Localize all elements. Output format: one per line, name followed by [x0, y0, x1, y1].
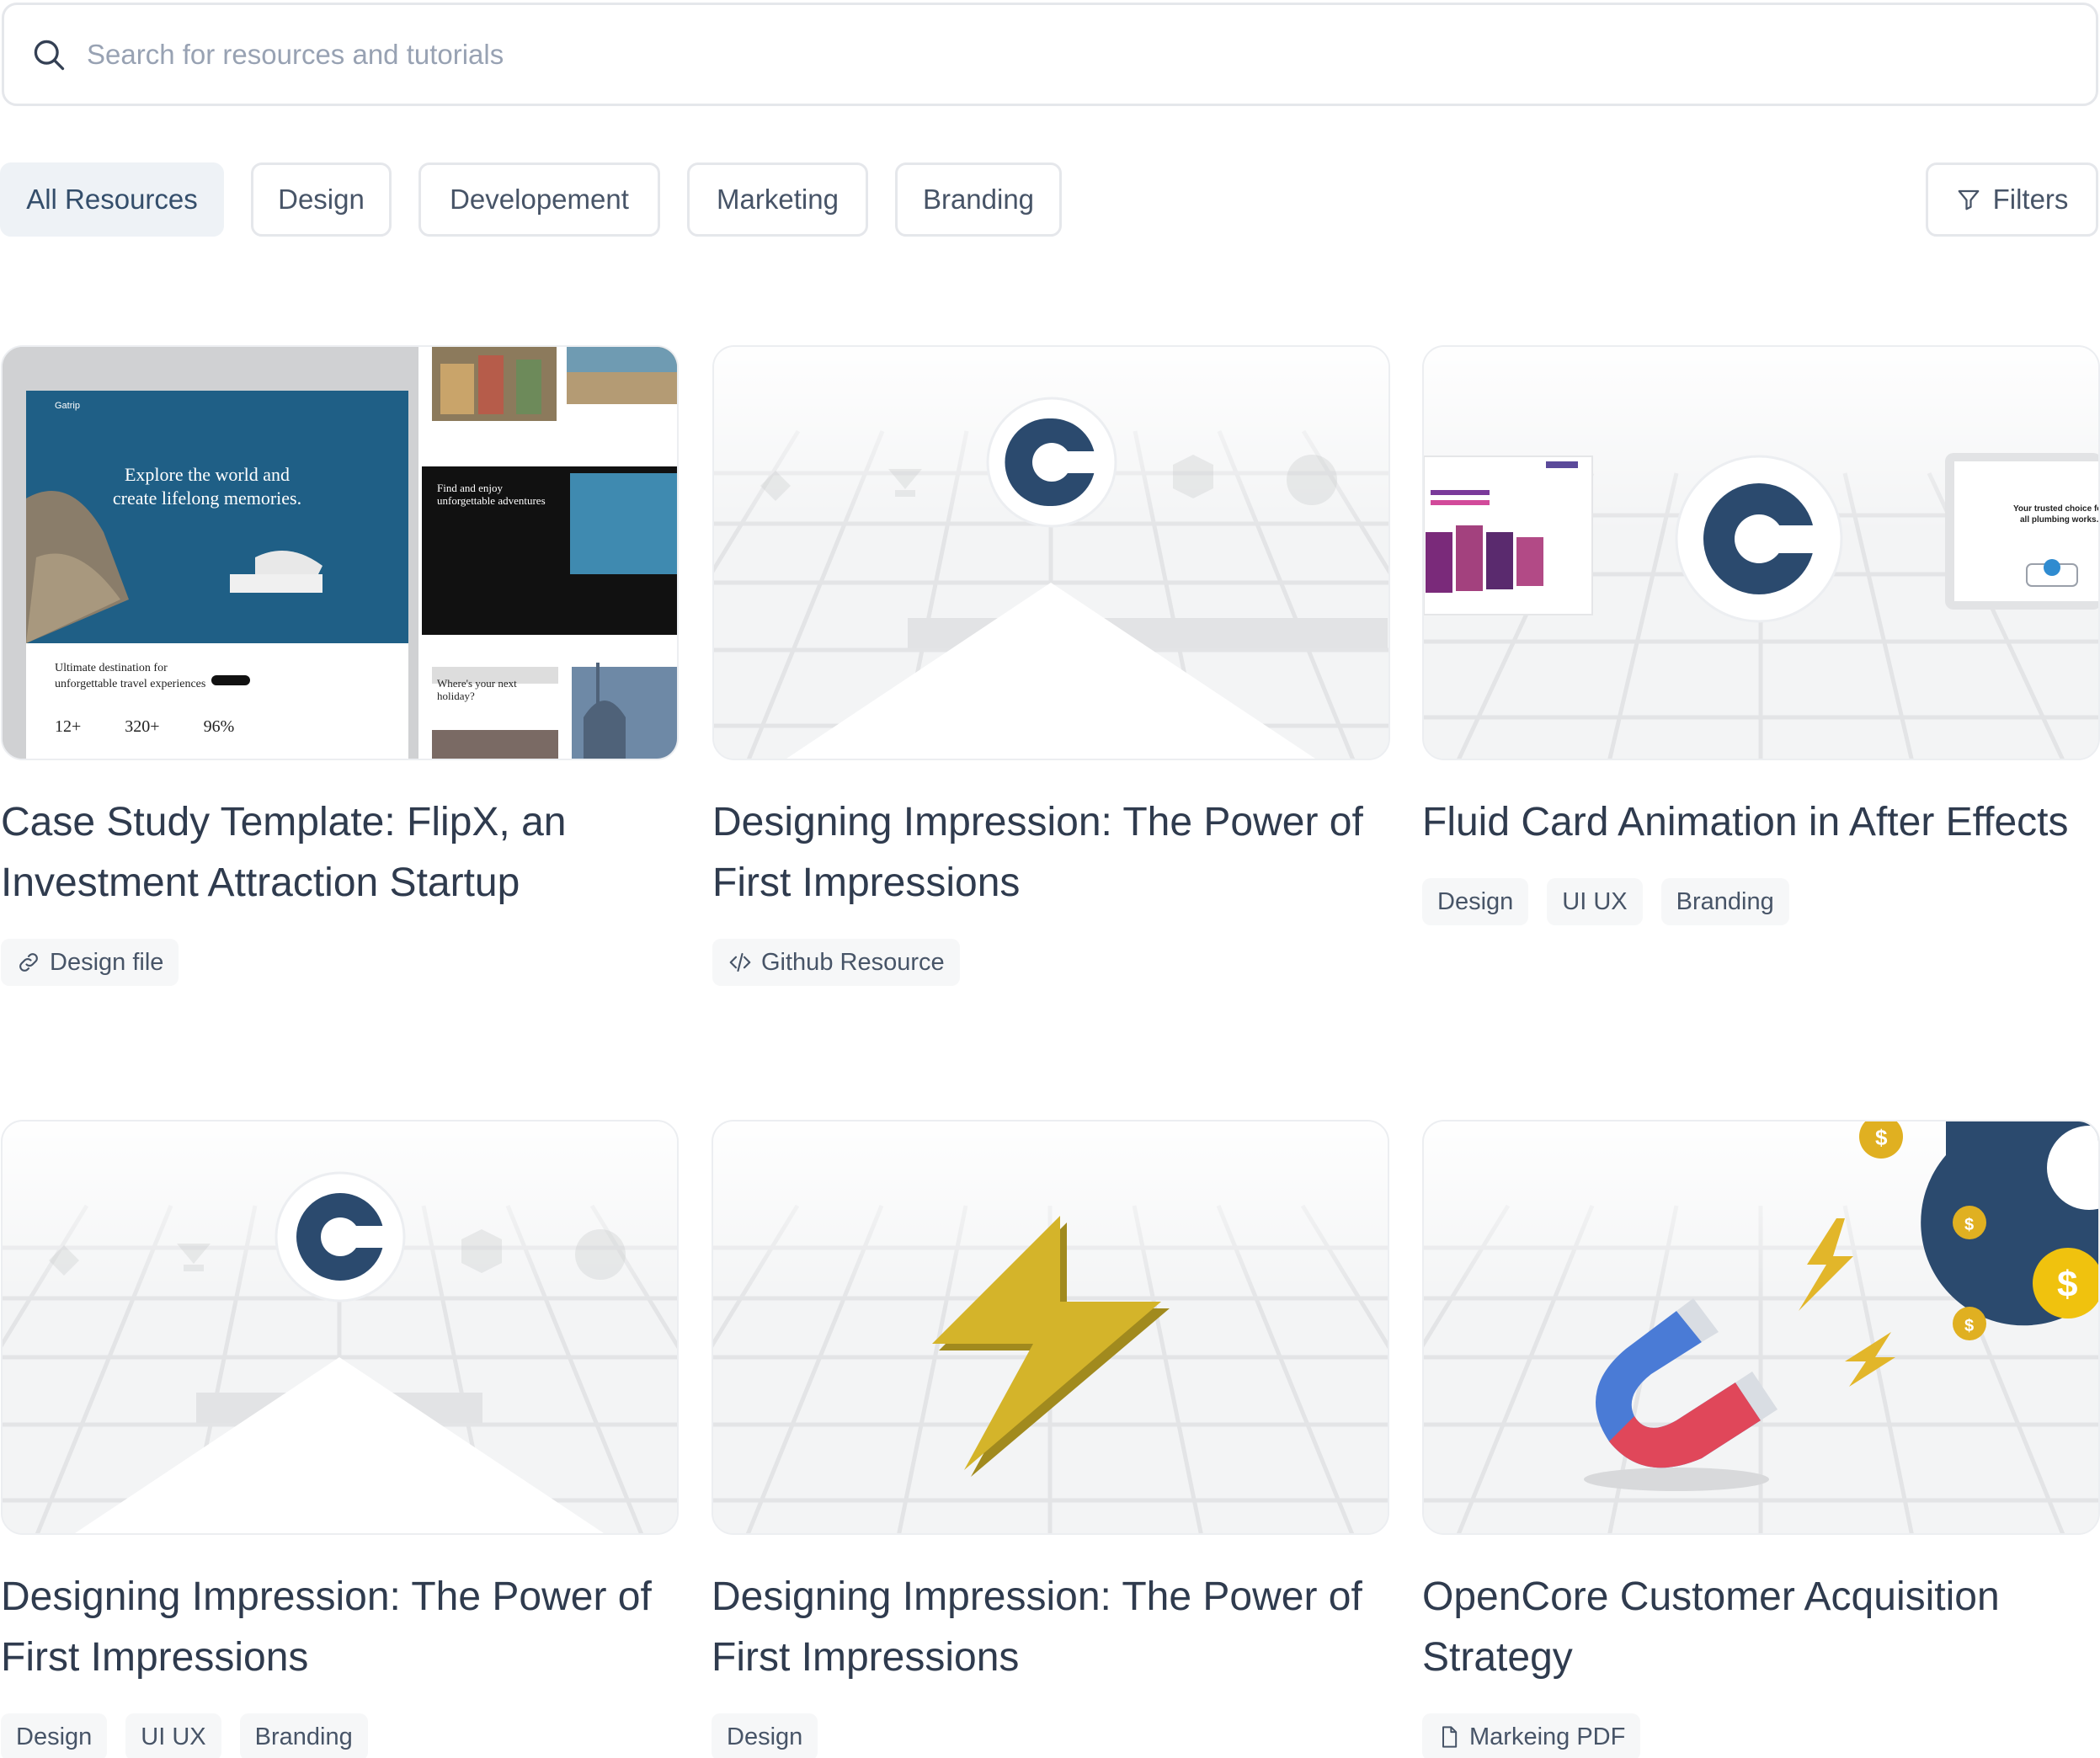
tag-label: Design — [727, 1723, 803, 1750]
search-input[interactable] — [87, 38, 2023, 71]
card-thumbnail — [712, 345, 1390, 760]
resource-tag[interactable]: UI UX — [125, 1713, 221, 1758]
card-title[interactable]: Case Study Template: FlipX, an Investmen… — [1, 792, 674, 914]
tag-label: Design — [16, 1723, 93, 1750]
filters-button[interactable]: Filters — [1926, 162, 2098, 237]
resource-card[interactable]: $ $ $ $ OpenCore Customer Acquisition St… — [1422, 1120, 2100, 1758]
file-icon — [1437, 1724, 1461, 1750]
tag-label: UI UX — [1562, 887, 1628, 915]
tag-label: UI UX — [141, 1723, 206, 1750]
tab-design[interactable]: Design — [251, 162, 392, 237]
filters-label: Filters — [1992, 184, 2069, 215]
tag-label: Markeing PDF — [1469, 1723, 1626, 1750]
preview-side-heading-2: Where's your next holiday? — [437, 677, 517, 702]
resource-tag[interactable]: Github Resource — [712, 939, 960, 986]
tag-label: Design file — [50, 948, 164, 976]
funnel-icon — [1956, 187, 1981, 212]
card-thumbnail: Your trusted choice for all plumbing wor… — [1422, 345, 2100, 760]
search-icon — [28, 34, 70, 76]
search-bar[interactable] — [2, 3, 2098, 106]
card-thumbnail — [1, 1120, 679, 1535]
resource-card[interactable]: Gatrip Explore the world and create life… — [1, 345, 679, 986]
svg-text:$: $ — [1875, 1125, 1888, 1150]
svg-text:$: $ — [1964, 1317, 1974, 1335]
resource-tag[interactable]: Branding — [1660, 878, 1789, 925]
resource-tag[interactable]: Design — [1, 1713, 108, 1758]
code-icon — [728, 950, 753, 975]
resource-tag[interactable]: Design file — [1, 939, 179, 986]
svg-text:$: $ — [1964, 1216, 1974, 1234]
resource-tag[interactable]: Design — [712, 1713, 818, 1758]
resource-tag[interactable]: Branding — [239, 1713, 368, 1758]
card-title[interactable]: OpenCore Customer Acquisition Strategy — [1422, 1567, 2096, 1688]
card-thumbnail — [712, 1120, 1389, 1535]
card-thumbnail: $ $ $ $ — [1422, 1120, 2100, 1535]
svg-text:Your trusted choice for: Your trusted choice for — [2013, 504, 2100, 514]
resource-card[interactable]: Designing Impression: The Power of First… — [1, 1120, 679, 1758]
tag-label: Branding — [254, 1723, 353, 1750]
tab-marketing[interactable]: Marketing — [687, 162, 868, 237]
svg-text:all plumbing works.: all plumbing works. — [2020, 515, 2099, 525]
resource-tag[interactable]: Design — [1422, 878, 1529, 925]
resource-tag[interactable]: UI UX — [1547, 878, 1643, 925]
resource-card[interactable]: Your trusted choice for all plumbing wor… — [1422, 345, 2100, 925]
tag-label: Design — [1437, 887, 1514, 915]
tag-label: Branding — [1676, 887, 1774, 915]
tab-branding[interactable]: Branding — [895, 162, 1062, 237]
svg-text:$: $ — [2057, 1264, 2077, 1305]
tab-all-resources[interactable]: All Resources — [0, 162, 224, 237]
resource-tag[interactable]: Markeing PDF — [1422, 1713, 1641, 1758]
card-title[interactable]: Designing Impression: The Power of First… — [712, 1567, 1385, 1688]
resource-card[interactable]: Designing Impression: The Power of First… — [712, 1120, 1389, 1758]
tag-label: Github Resource — [761, 948, 945, 976]
card-title[interactable]: Designing Impression: The Power of First… — [1, 1567, 674, 1688]
link-icon — [16, 950, 41, 975]
resource-card[interactable]: Designing Impression: The Power of First… — [712, 345, 1390, 986]
preview-side-heading: Find and enjoy unforgettable adventures — [437, 482, 546, 507]
card-thumbnail: Gatrip Explore the world and create life… — [1, 345, 679, 760]
tab-development[interactable]: Developement — [418, 162, 660, 237]
category-tabs: All Resources Design Developement Market… — [0, 162, 1089, 237]
card-title[interactable]: Fluid Card Animation in After Effects — [1422, 792, 2096, 853]
card-title[interactable]: Designing Impression: The Power of First… — [712, 792, 1386, 914]
